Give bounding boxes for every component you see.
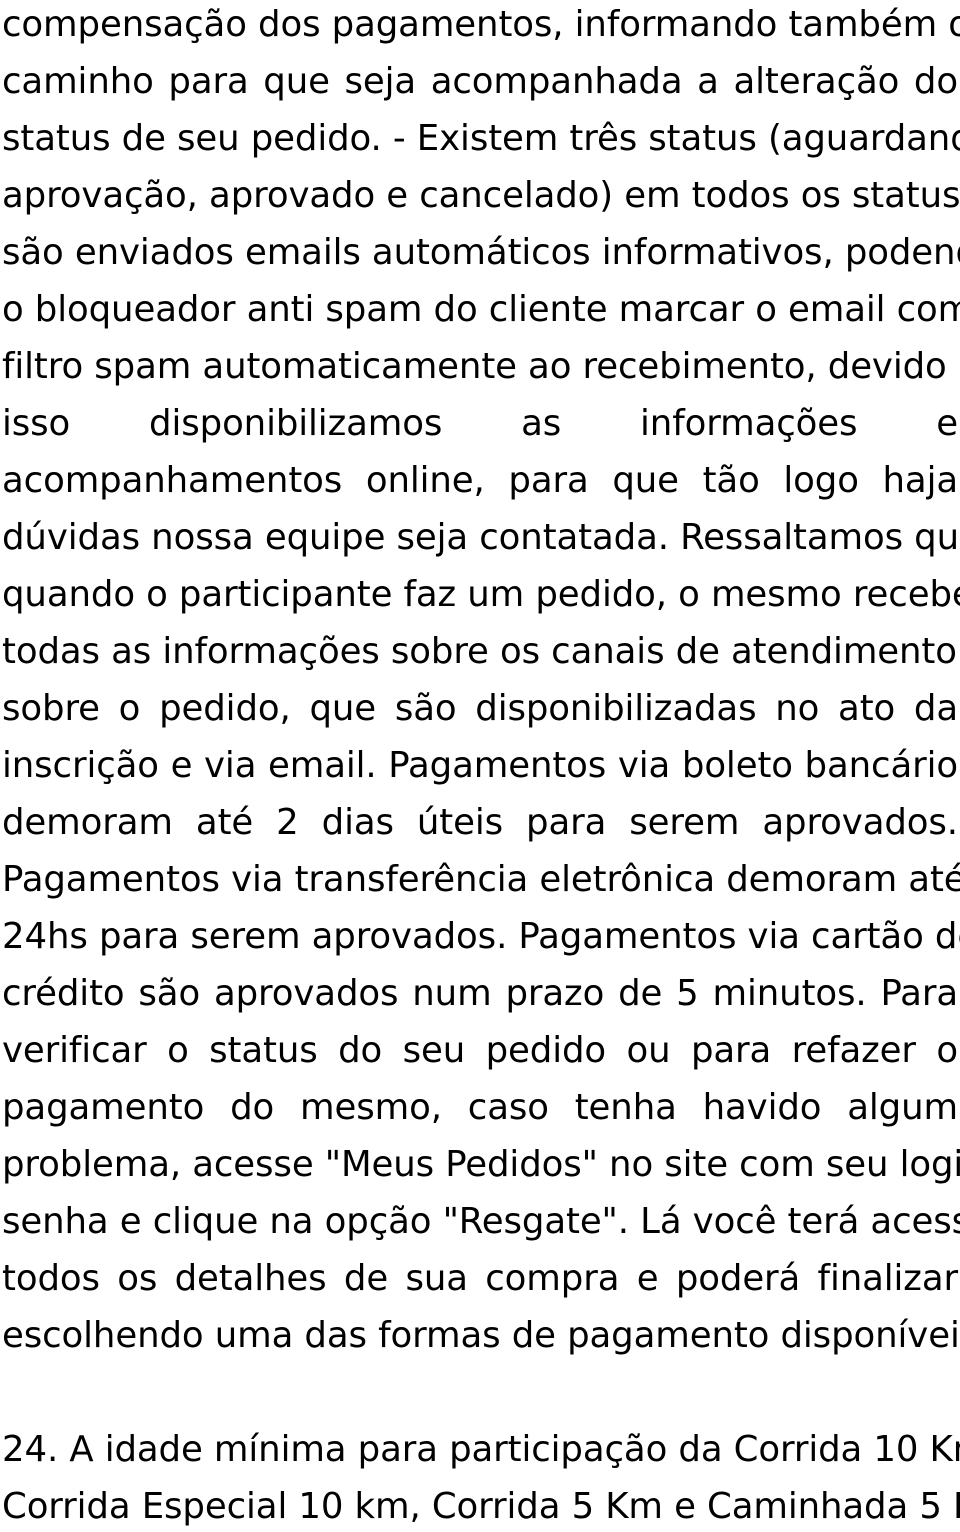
text-line: caminho para que seja acompanhada a alte… [2, 61, 958, 102]
text-line: aprovação, aprovado e cancelado) em todo… [2, 175, 960, 216]
text-line: demoram até 2 dias úteis para serem apro… [2, 802, 958, 843]
text-line: escolhendo uma das formas de pagamento d… [2, 1315, 960, 1356]
text-line: isso disponibilizamos as informações e [2, 403, 958, 444]
text-line: crédito são aprovados num prazo de 5 min… [2, 973, 958, 1014]
paragraph-pagamentos: compensação dos pagamentos, informando t… [2, 0, 960, 1364]
text-line: filtro spam automaticamente ao recebimen… [2, 346, 960, 387]
text-line: Pagamentos via transferência eletrônica … [2, 859, 960, 900]
text-line: 24hs para serem aprovados. Pagamentos vi… [2, 916, 960, 957]
document-text-body: compensação dos pagamentos, informando t… [2, 0, 960, 1532]
text-line: quando o participante faz um pedido, o m… [2, 574, 960, 615]
text-line: são enviados emails automáticos informat… [2, 232, 960, 273]
document-page: compensação dos pagamentos, informando t… [0, 0, 960, 1532]
text-line: Corrida Especial 10 km, Corrida 5 Km e C… [2, 1486, 960, 1527]
text-line: todos os detalhes de sua compra e poderá… [2, 1258, 958, 1299]
text-line: compensação dos pagamentos, informando t… [2, 4, 960, 45]
text-line: 24. A idade mínima para participação da … [2, 1429, 960, 1470]
text-line: verificar o status do seu pedido ou para… [2, 1030, 958, 1071]
text-line: status de seu pedido. - Existem três sta… [2, 118, 960, 159]
text-line: senha e clique na opção "Resgate". Lá vo… [2, 1201, 960, 1242]
text-line: problema, acesse "Meus Pedidos" no site … [2, 1144, 960, 1185]
paragraph-item-24: 24. A idade mínima para participação da … [2, 1421, 960, 1532]
text-line: pagamento do mesmo, caso tenha havido al… [2, 1087, 958, 1128]
text-line: acompanhamentos online, para que tão log… [2, 460, 958, 501]
text-line: inscrição e via email. Pagamentos via bo… [2, 745, 958, 786]
text-line: o bloqueador anti spam do cliente marcar… [2, 289, 960, 330]
text-line: sobre o pedido, que são disponibilizadas… [2, 688, 958, 729]
text-line: todas as informações sobre os canais de … [2, 631, 960, 672]
text-line: dúvidas nossa equipe seja contatada. Res… [2, 517, 960, 558]
